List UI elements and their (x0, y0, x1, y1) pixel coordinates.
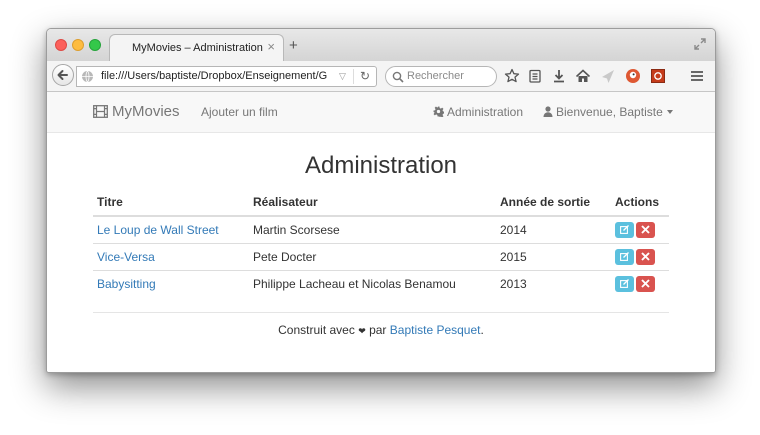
delete-button[interactable] (636, 222, 655, 238)
author-link[interactable]: Baptiste Pesquet (390, 323, 481, 337)
back-button[interactable] (52, 64, 74, 86)
page-title: Administration (304, 152, 458, 179)
window-close-button[interactable] (55, 39, 67, 51)
edit-button[interactable] (615, 249, 634, 265)
table-header-row: Titre Réalisateur Année de sortie Action… (93, 191, 669, 217)
actions-cell (611, 243, 669, 271)
admin-link[interactable]: Administration (433, 105, 523, 119)
title-cell: Babysitting (93, 270, 249, 297)
actions-cell (611, 270, 669, 297)
duckduckgo-icon[interactable] (625, 68, 641, 84)
search-placeholder[interactable]: Rechercher (407, 70, 464, 82)
edit-icon (620, 252, 629, 261)
director-cell: Martin Scorsese (253, 223, 340, 237)
director-cell: Philippe Lacheau et Nicolas Benamou (249, 270, 496, 297)
window-maximize-button[interactable] (89, 39, 101, 51)
director-cell: Pete Docter (249, 243, 496, 271)
addon-icon[interactable] (650, 68, 666, 84)
globe-icon (82, 70, 93, 83)
heart-icon: ❤ (358, 326, 366, 336)
download-icon[interactable] (551, 68, 567, 84)
add-movie-link[interactable]: Ajouter un film (201, 105, 278, 119)
reading-list-icon[interactable] (527, 68, 543, 84)
edit-icon (620, 225, 629, 234)
movie-title-link[interactable]: Vice-Versa (97, 250, 155, 264)
url-divider (353, 69, 354, 84)
header-actions: Actions (611, 191, 669, 217)
home-icon[interactable] (575, 68, 591, 84)
brand-link[interactable]: MyMovies (93, 103, 180, 120)
admin-label: Administration (447, 105, 524, 119)
search-icon (392, 71, 404, 83)
title-cell: Vice-Versa (93, 243, 249, 271)
close-icon (641, 279, 650, 288)
reload-icon[interactable]: ↻ (360, 69, 370, 83)
user-menu[interactable]: Bienvenue, Baptiste (543, 105, 673, 119)
edit-button[interactable] (615, 276, 634, 292)
footer-by: par (369, 323, 387, 337)
address-bar[interactable]: file:///Users/baptiste/Dropbox/Enseignem… (76, 66, 377, 87)
year-cell: 2015 (496, 243, 611, 271)
browser-tab[interactable]: MyMovies – Administration × (109, 34, 284, 61)
movies-table: Titre Réalisateur Année de sortie Action… (93, 191, 669, 297)
year-cell: 2013 (496, 270, 611, 297)
url-text[interactable]: file:///Users/baptiste/Dropbox/Enseignem… (101, 70, 333, 82)
brand-label: MyMovies (112, 103, 180, 120)
edit-button[interactable] (615, 222, 634, 238)
app-navbar: MyMovies Ajouter un film Administration … (47, 92, 715, 133)
footer-suffix: . (480, 323, 484, 337)
chevron-down-icon (666, 110, 673, 114)
url-dropdown-icon[interactable]: ▽ (339, 71, 346, 82)
movie-title-link[interactable]: Babysitting (97, 277, 156, 291)
footer-prefix: Construit avec (278, 323, 355, 337)
film-icon (93, 105, 108, 118)
delete-button[interactable] (636, 249, 655, 265)
table-row: Babysitting Philippe Lacheau et Nicolas … (93, 270, 669, 297)
fullscreen-icon[interactable] (693, 37, 707, 51)
title-cell: Le Loup de Wall Street (93, 216, 249, 244)
tab-close-icon[interactable]: × (267, 40, 275, 54)
table-row: Le Loup de Wall Street Martin Scorsese 2… (93, 216, 669, 244)
delete-button[interactable] (636, 276, 655, 292)
search-box[interactable]: Rechercher (385, 66, 497, 87)
tab-strip: MyMovies – Administration × + (47, 29, 715, 61)
share-arrow-icon[interactable] (600, 68, 616, 84)
edit-icon (620, 279, 629, 288)
user-icon (543, 106, 553, 117)
browser-toolbar: file:///Users/baptiste/Dropbox/Enseignem… (47, 61, 715, 92)
browser-window: MyMovies – Administration × + file:///Us… (46, 28, 716, 373)
new-tab-button[interactable]: + (289, 38, 298, 53)
header-title: Titre (93, 191, 249, 217)
year-cell: 2014 (500, 223, 527, 237)
header-director: Réalisateur (249, 191, 496, 217)
window-minimize-button[interactable] (72, 39, 84, 51)
web-page: MyMovies Ajouter un film Administration … (47, 92, 715, 372)
actions-cell (611, 216, 669, 244)
close-icon (641, 225, 650, 234)
gear-icon (433, 106, 445, 118)
footer-divider (93, 312, 669, 313)
bookmark-star-icon[interactable] (504, 68, 520, 84)
footer: Construit avec ❤ par Baptiste Pesquet. (47, 323, 715, 337)
header-year: Année de sortie (496, 191, 611, 217)
welcome-label: Bienvenue, Baptiste (556, 105, 663, 119)
back-arrow-icon (57, 70, 68, 80)
table-row: Vice-Versa Pete Docter 2015 (93, 243, 669, 271)
movie-title-link[interactable]: Le Loup de Wall Street (97, 223, 219, 237)
close-icon (641, 252, 650, 261)
tab-title: MyMovies – Administration (132, 42, 263, 54)
hamburger-menu-icon[interactable] (689, 68, 705, 84)
